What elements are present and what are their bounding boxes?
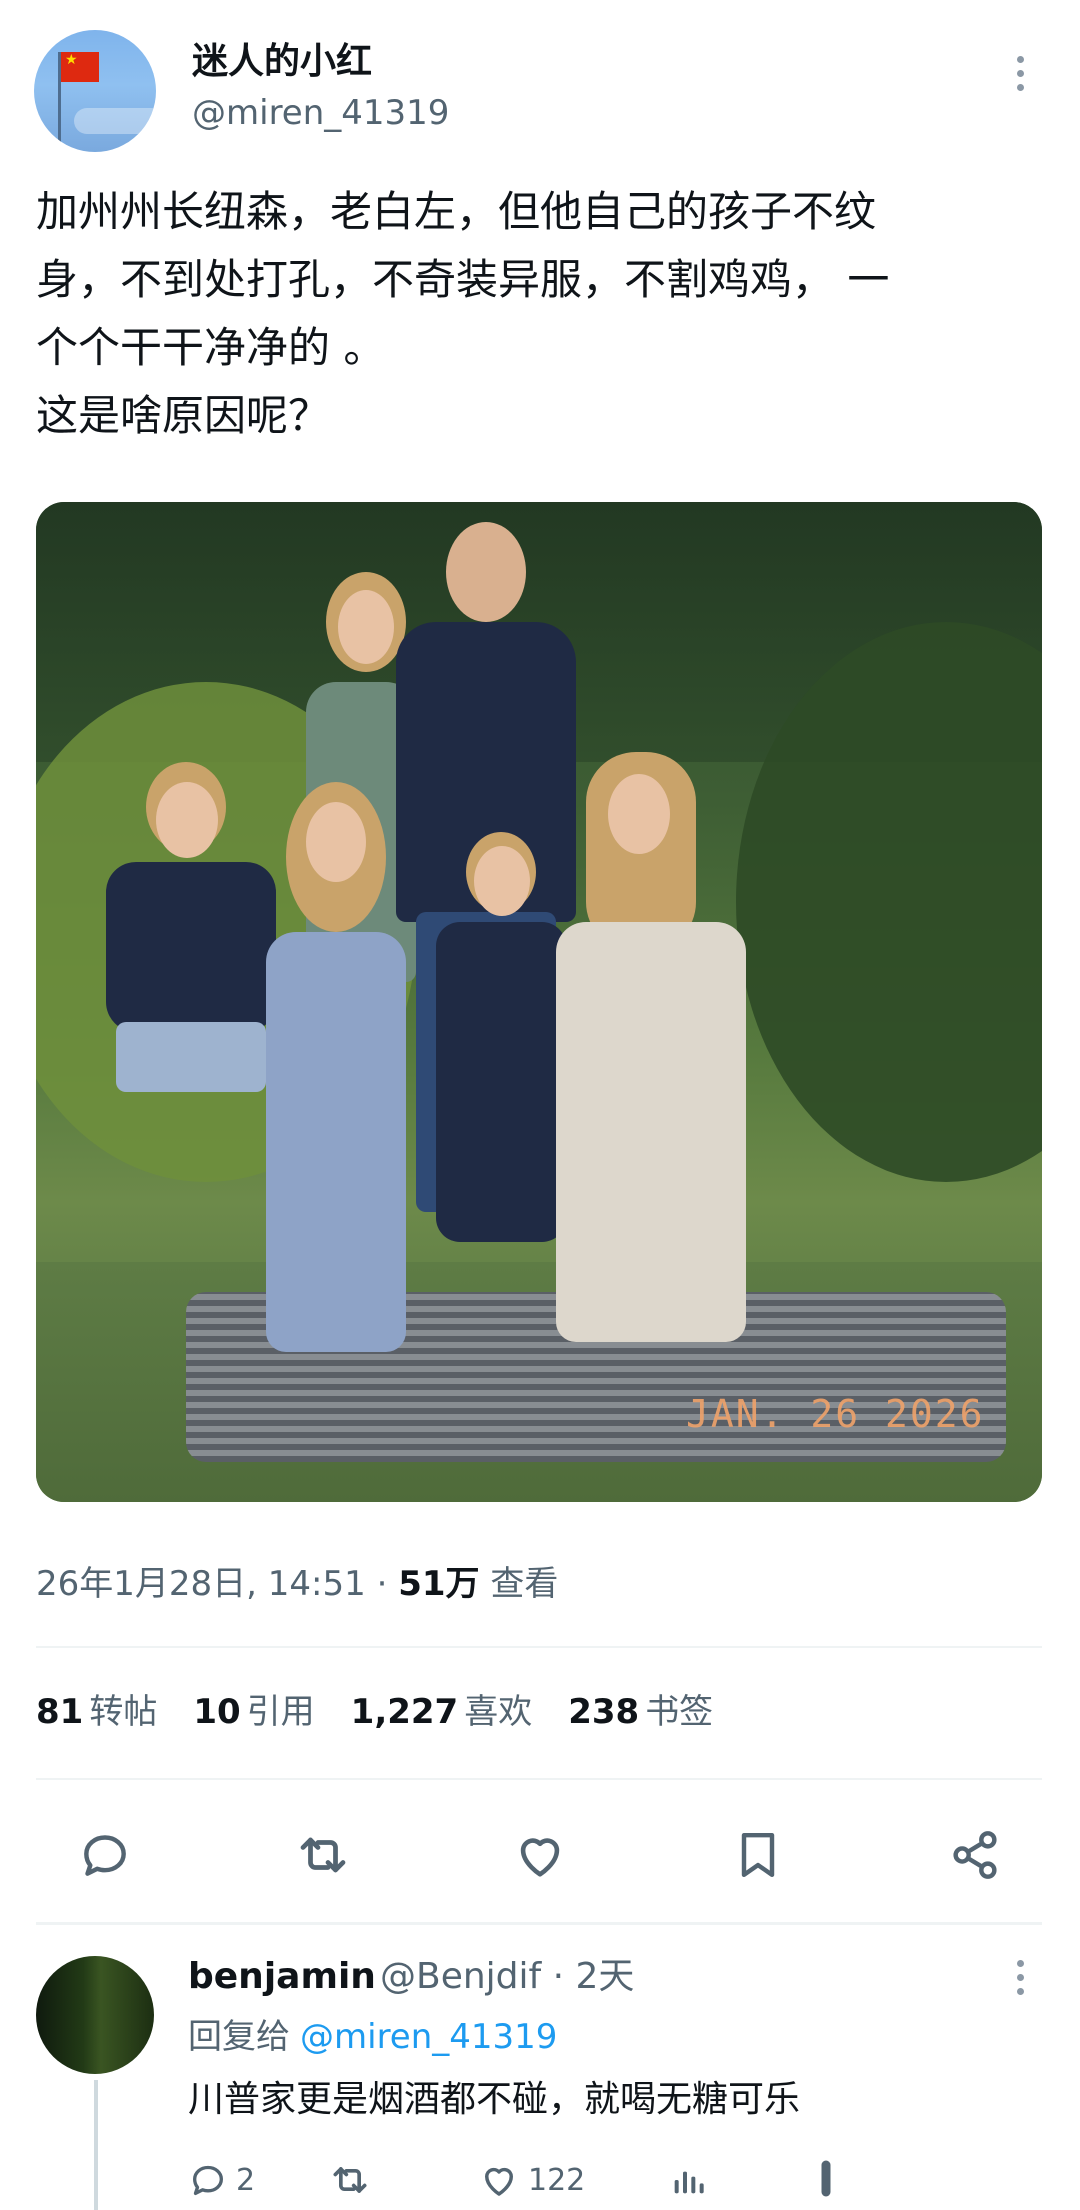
bookmark-icon [741,1832,774,1878]
like-icon [520,1838,560,1877]
stat-reposts[interactable]: 81 转帖 [36,1690,157,1734]
photo-person [256,782,416,1482]
post-text: 加州州长纽森，老白左，但他自己的孩子不纹 身，不到处打孔，不奇装异服，不割鸡鸡，… [36,187,890,440]
avatar-cloud [74,108,156,134]
divider [36,1922,1042,1925]
post-timestamp[interactable]: 26年1月28日, 14:51 · [36,1564,398,1604]
repost-button[interactable] [288,1820,358,1890]
share-icon [953,1831,997,1879]
reply-reply-button[interactable]: 2 [188,2160,328,2200]
reply-views-button[interactable] [668,2160,788,2200]
reply-author-name[interactable]: benjamin [188,1954,376,2000]
divider [36,1778,1042,1780]
stat-quotes[interactable]: 10 引用 [193,1690,314,1734]
reply-text: 川普家更是烟酒都不碰，就喝无糖可乐 [188,2079,801,2120]
more-icon[interactable] [1000,56,1040,106]
views-label: 查看 [479,1564,559,1604]
stat-likes[interactable]: 1,227 喜欢 [351,1690,533,1734]
reply-button[interactable] [70,1820,140,1890]
author-name[interactable]: 迷人的小红 [192,40,372,84]
reply-to-mention[interactable]: @miren_41319 [300,2017,557,2057]
china-flag-icon: ★ [61,52,99,82]
reply-author-avatar[interactable] [36,1956,154,2074]
like-icon [485,2167,513,2196]
retweet-icon [300,1837,345,1873]
views-icon [674,2171,704,2194]
views-count: 51万 [398,1564,480,1604]
reply-author-handle[interactable]: @Benjdif · 2天 [380,1954,634,2000]
like-count: 122 [528,2162,586,2198]
reply-action-bar: 2 122 [188,2150,1068,2210]
post-photo[interactable]: JAN. 26 2026 [36,502,1042,1502]
reply-icon [193,2165,223,2195]
share-button[interactable] [940,1820,1010,1890]
bookmark-button[interactable] [723,1820,793,1890]
reply-to-line: 回复给 @miren_41319 [188,2014,557,2060]
reply-icon [84,1835,126,1876]
photo-date-stamp: JAN. 26 2026 [686,1392,985,1436]
stat-bookmarks[interactable]: 238 书签 [568,1690,713,1734]
share-icon [821,2160,831,2197]
divider [36,1646,1042,1648]
post-stats: 81 转帖 10 引用 1,227 喜欢 238 书签 [36,1690,713,1734]
post-meta: 26年1月28日, 14:51 · 51万 查看 [36,1562,558,1606]
reply-share-button[interactable] [808,2157,844,2203]
author-avatar[interactable]: ★ [34,30,156,152]
photo-person [536,752,756,1472]
author-handle[interactable]: @miren_41319 [192,92,449,134]
thread-line [94,2080,98,2210]
reply-repost-button[interactable] [328,2158,478,2202]
action-bar [70,1820,1010,1890]
reply-to-label: 回复给 [188,2017,290,2057]
reply-count: 2 [236,2162,256,2198]
like-button[interactable] [505,1820,575,1890]
retweet-icon [333,2167,367,2193]
more-icon[interactable] [1000,1960,1040,2006]
reply-like-button[interactable]: 122 [478,2159,668,2201]
